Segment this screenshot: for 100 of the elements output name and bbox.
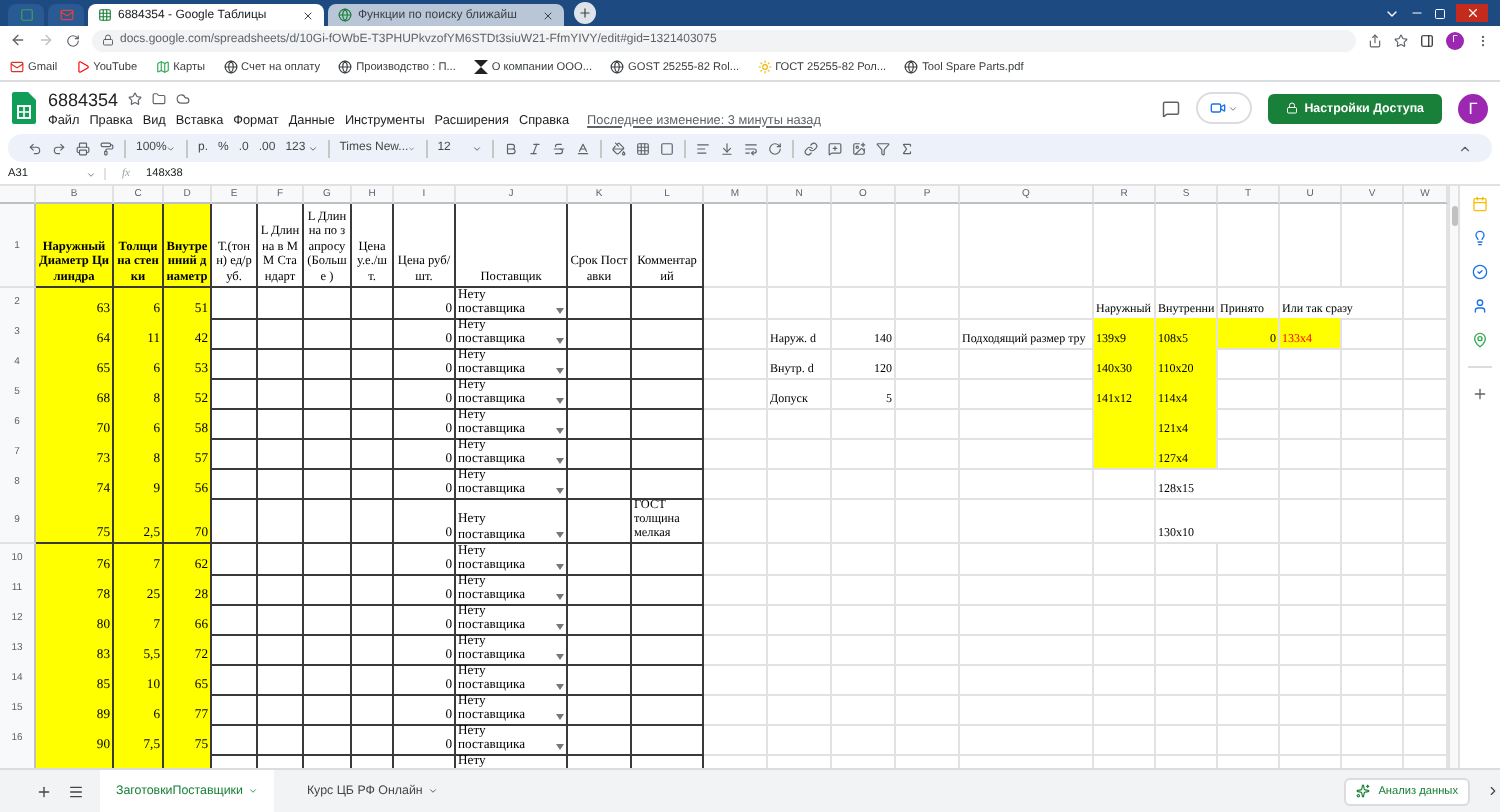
star-icon[interactable] <box>128 92 143 106</box>
grid-cell[interactable] <box>632 438 704 470</box>
minimize-icon[interactable] <box>1410 6 1424 20</box>
grid-cell[interactable] <box>352 724 394 756</box>
document-title[interactable]: 6884354 <box>48 89 119 109</box>
grid-cell[interactable] <box>258 318 304 350</box>
grid-cell[interactable] <box>632 664 704 696</box>
reload-icon[interactable] <box>66 33 80 47</box>
highlighted-cell[interactable] <box>114 754 164 768</box>
grid-cell[interactable] <box>212 724 258 756</box>
grid-cell[interactable] <box>212 634 258 666</box>
grid-cell[interactable] <box>258 438 304 470</box>
sigma-icon[interactable] <box>899 141 914 155</box>
scrollbar-thumb[interactable] <box>1451 206 1457 226</box>
grid-cell[interactable] <box>304 604 352 636</box>
grid-cell[interactable] <box>568 318 632 350</box>
bold-icon[interactable] <box>503 141 518 155</box>
lightbulb-icon[interactable] <box>1472 230 1488 246</box>
select-all-corner[interactable] <box>0 186 36 204</box>
grid-cell[interactable] <box>212 498 258 544</box>
vertical-align-icon[interactable] <box>719 141 734 155</box>
grid-cell[interactable] <box>212 664 258 696</box>
share-icon[interactable] <box>1368 33 1382 47</box>
pinned-tab[interactable] <box>48 4 84 26</box>
grid-cell[interactable] <box>258 664 304 696</box>
paint-format-icon[interactable] <box>100 141 114 155</box>
grid-cell[interactable] <box>632 408 704 440</box>
row-number[interactable] <box>0 754 36 768</box>
pinned-tab[interactable] <box>8 4 44 26</box>
grid-cell[interactable] <box>568 634 632 666</box>
grid-cell[interactable] <box>304 408 352 440</box>
grid-cell[interactable] <box>568 288 632 320</box>
grid-cell[interactable] <box>632 378 704 410</box>
comment-add-icon[interactable] <box>827 141 842 155</box>
grid-cell[interactable] <box>632 288 704 320</box>
back-icon[interactable] <box>10 32 26 48</box>
grid-cell[interactable] <box>304 288 352 320</box>
grid-cell[interactable] <box>212 468 258 500</box>
grid-cell[interactable] <box>304 318 352 350</box>
borders-icon[interactable] <box>635 141 650 155</box>
sheet-list-icon[interactable] <box>68 783 84 799</box>
grid-cell[interactable] <box>258 378 304 410</box>
grid-cell[interactable] <box>568 498 632 544</box>
grid-cell[interactable] <box>352 408 394 440</box>
grid-cell[interactable] <box>632 724 704 756</box>
cloud-icon[interactable] <box>176 92 191 106</box>
close-button[interactable] <box>1456 4 1488 22</box>
grid-cell[interactable] <box>632 604 704 636</box>
grid-cell[interactable] <box>304 724 352 756</box>
grid-cell[interactable] <box>352 574 394 606</box>
rotate-icon[interactable] <box>767 141 782 155</box>
italic-icon[interactable] <box>527 141 542 155</box>
side-panel-icon[interactable] <box>1420 33 1434 47</box>
grid-cell[interactable] <box>258 724 304 756</box>
grid-cell[interactable] <box>568 348 632 380</box>
grid-cell[interactable] <box>212 438 258 470</box>
grid-cell[interactable] <box>212 348 258 380</box>
highlighted-cell[interactable] <box>164 754 212 768</box>
grid-cell[interactable] <box>304 664 352 696</box>
grid-cell[interactable] <box>568 574 632 606</box>
grid-cell[interactable] <box>304 694 352 726</box>
close-icon[interactable] <box>542 9 554 21</box>
grid-cell[interactable] <box>304 468 352 500</box>
grid-cell[interactable] <box>352 348 394 380</box>
caret-icon[interactable] <box>86 169 96 179</box>
star-icon[interactable] <box>1394 33 1408 47</box>
grid-cell[interactable] <box>568 664 632 696</box>
grid-cell[interactable] <box>212 318 258 350</box>
close-icon[interactable] <box>302 9 314 21</box>
tasks-icon[interactable] <box>1472 264 1488 280</box>
plus-icon[interactable] <box>1472 386 1488 402</box>
meet-button[interactable] <box>1196 92 1253 124</box>
undo-icon[interactable] <box>28 141 42 155</box>
grid-cell[interactable] <box>304 634 352 666</box>
grid-cell[interactable] <box>352 438 394 470</box>
contacts-icon[interactable] <box>1472 298 1488 314</box>
new-tab-button[interactable] <box>574 2 596 24</box>
grid-cell[interactable] <box>212 574 258 606</box>
grid-cell[interactable] <box>568 694 632 726</box>
collapse-icon[interactable] <box>1458 141 1472 155</box>
grid-cell[interactable] <box>212 694 258 726</box>
grid-cell[interactable] <box>352 288 394 320</box>
filter-icon[interactable] <box>875 141 890 155</box>
grid-cell[interactable] <box>258 408 304 440</box>
grid-cell[interactable] <box>352 694 394 726</box>
grid-cell[interactable] <box>352 604 394 636</box>
strikethrough-icon[interactable] <box>551 141 566 155</box>
grid-cell[interactable] <box>352 664 394 696</box>
redo-icon[interactable] <box>52 141 66 155</box>
grid-cell[interactable] <box>304 544 352 576</box>
grid-cell[interactable] <box>258 694 304 726</box>
grid-cell[interactable] <box>632 544 704 576</box>
link-icon[interactable] <box>803 141 818 155</box>
align-icon[interactable] <box>695 141 710 155</box>
grid-cell[interactable] <box>632 468 704 500</box>
highlighted-cell[interactable] <box>36 754 114 768</box>
grid-cell[interactable] <box>568 724 632 756</box>
grid-cell[interactable] <box>352 634 394 666</box>
fill-color-icon[interactable] <box>611 141 626 155</box>
text-color-icon[interactable] <box>575 141 590 155</box>
